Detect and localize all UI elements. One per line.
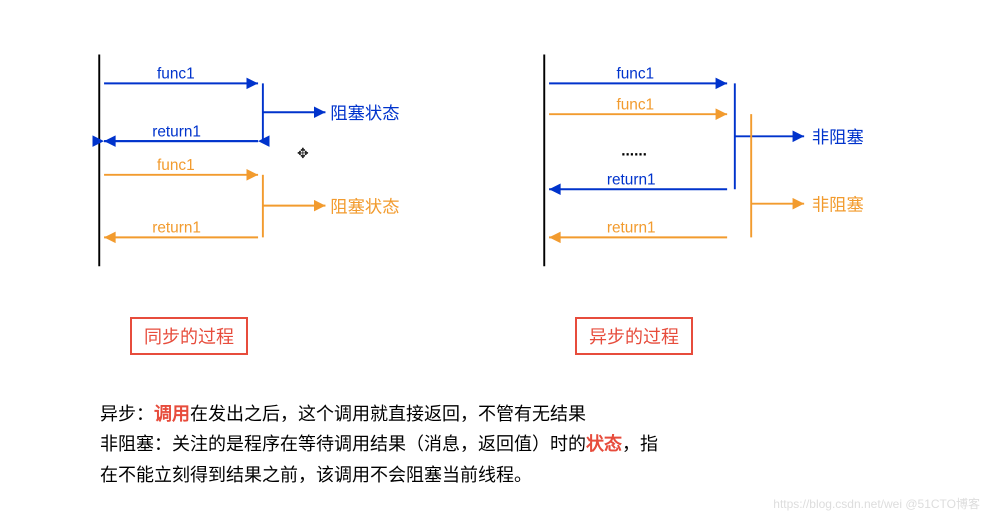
async-caption: 异步的过程 [575,317,693,355]
return1-label: return1 [607,171,656,188]
row1-prefix: 异步： [100,404,154,424]
row1-red: 调用 [154,404,190,424]
func1-label-2: func1 [157,157,195,174]
row2-rest: ，指 [622,434,658,454]
watermark: https://blog.csdn.net/wei @51CTO博客 [773,495,980,512]
async-diagram: func1 func1 ...... return1 return1 非阻塞 非… [525,30,910,310]
return1-label-2: return1 [607,220,656,237]
row3: 在不能立刻得到结果之前，该调用不会阻塞当前线程。 [100,465,532,485]
row2-red: 状态 [586,434,622,454]
row1-rest: 在发出之后，这个调用就直接返回，不管有无结果 [190,404,586,424]
explanation-text: 异步：调用在发出之后，这个调用就直接返回，不管有无结果 非阻塞：关注的是程序在等… [100,400,900,492]
func1-label: func1 [157,66,195,83]
nonblocking-2: 非阻塞 [812,194,864,214]
return1-label: return1 [152,123,201,140]
blocking-state-2: 阻塞状态 [330,196,399,216]
func1-label: func1 [616,66,654,83]
nonblocking-1: 非阻塞 [812,127,864,147]
func1-label-2: func1 [616,96,654,113]
sync-caption: 同步的过程 [130,317,248,355]
return1-label-2: return1 [152,220,201,237]
blocking-state-1: 阻塞状态 [330,103,399,123]
row2-prefix: 非阻塞：关注的是程序在等待调用结果（消息，返回值）时的 [100,434,586,454]
ellipsis: ...... [621,143,647,160]
sync-diagram: func1 return1 阻塞状态 func1 return1 阻塞状态 ✥ … [80,30,465,310]
